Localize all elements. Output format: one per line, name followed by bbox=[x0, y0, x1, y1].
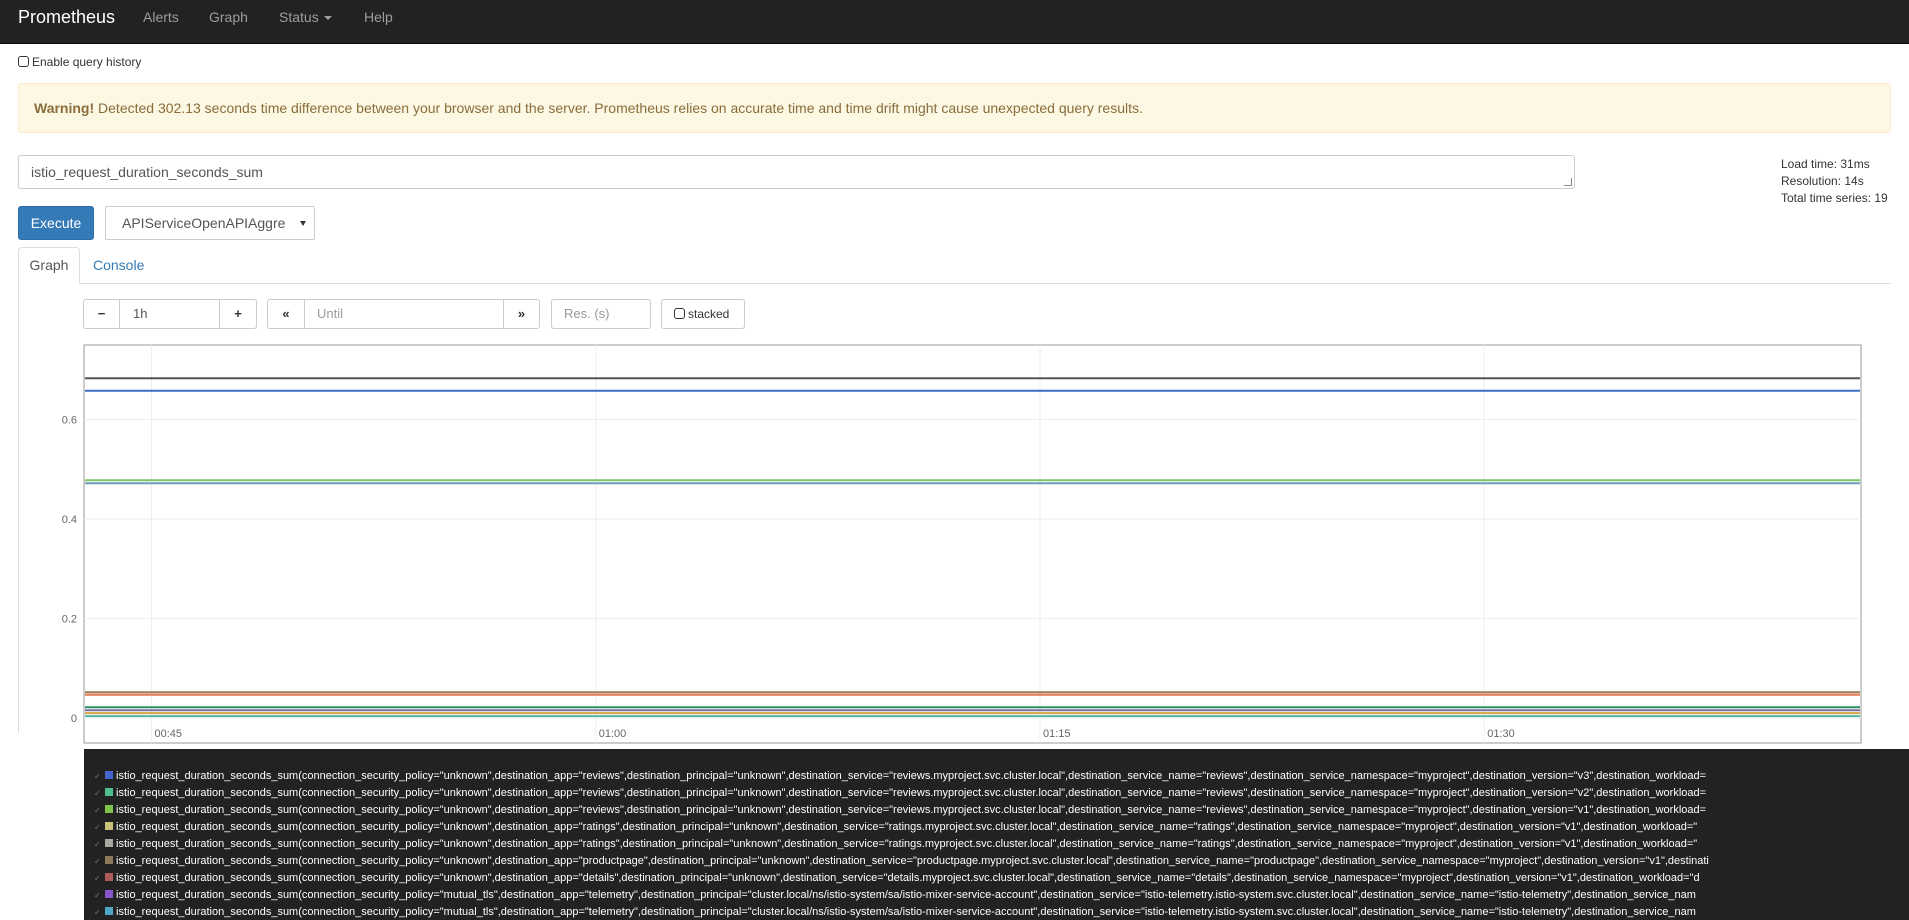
legend-label: istio_request_duration_seconds_sum(conne… bbox=[116, 787, 1707, 799]
legend-item[interactable]: ✓ istio_request_duration_seconds_sum(conn… bbox=[94, 768, 1706, 785]
check-icon: ✓ bbox=[94, 806, 101, 815]
legend-item[interactable]: ✓ istio_request_duration_seconds_sum(conn… bbox=[94, 802, 1706, 819]
legend-swatch bbox=[105, 839, 113, 847]
x-tick-label: 01:15 bbox=[1043, 728, 1071, 740]
legend-swatch bbox=[105, 788, 113, 796]
legend-label: istio_request_duration_seconds_sum(conne… bbox=[116, 906, 1696, 918]
legend-swatch bbox=[105, 805, 113, 813]
legend-item[interactable]: ✓ istio_request_duration_seconds_sum(conn… bbox=[94, 785, 1706, 802]
check-icon: ✓ bbox=[94, 840, 101, 849]
legend-label: istio_request_duration_seconds_sum(conne… bbox=[116, 804, 1707, 816]
legend-label: istio_request_duration_seconds_sum(conne… bbox=[116, 770, 1707, 782]
legend-swatch bbox=[105, 771, 113, 779]
legend-item[interactable]: ✓ istio_request_duration_seconds_sum(conn… bbox=[94, 836, 1697, 853]
legend-item[interactable]: ✓ istio_request_duration_seconds_sum(conn… bbox=[94, 887, 1696, 904]
legend-swatch bbox=[105, 890, 113, 898]
legend-swatch bbox=[105, 907, 113, 915]
check-icon: ✓ bbox=[94, 789, 101, 798]
check-icon: ✓ bbox=[94, 772, 101, 781]
check-icon: ✓ bbox=[94, 908, 101, 917]
legend-swatch bbox=[105, 873, 113, 881]
check-icon: ✓ bbox=[94, 874, 101, 883]
legend-label: istio_request_duration_seconds_sum(conne… bbox=[116, 838, 1698, 850]
check-icon: ✓ bbox=[94, 857, 101, 866]
legend-swatch bbox=[105, 856, 113, 864]
y-tick-label: 0.6 bbox=[62, 415, 77, 427]
graph-legend: ✓ istio_request_duration_seconds_sum(conn… bbox=[84, 749, 1909, 920]
x-tick-label: 01:00 bbox=[599, 728, 627, 740]
x-tick-label: 00:45 bbox=[155, 728, 183, 740]
plot-area bbox=[83, 344, 1862, 744]
legend-label: istio_request_duration_seconds_sum(conne… bbox=[116, 872, 1700, 884]
y-tick-label: 0.2 bbox=[62, 614, 77, 626]
legend-item[interactable]: ✓ istio_request_duration_seconds_sum(conn… bbox=[94, 904, 1696, 920]
legend-label: istio_request_duration_seconds_sum(conne… bbox=[116, 889, 1696, 901]
y-tick-label: 0.4 bbox=[62, 514, 77, 526]
legend-label: istio_request_duration_seconds_sum(conne… bbox=[116, 821, 1698, 833]
legend-item[interactable]: ✓ istio_request_duration_seconds_sum(conn… bbox=[94, 870, 1700, 887]
x-tick-label: 01:30 bbox=[1487, 728, 1515, 740]
legend-item[interactable]: ✓ istio_request_duration_seconds_sum(conn… bbox=[94, 819, 1697, 836]
check-icon: ✓ bbox=[94, 823, 101, 832]
legend-label: istio_request_duration_seconds_sum(conne… bbox=[116, 855, 1709, 867]
check-icon: ✓ bbox=[94, 891, 101, 900]
legend-item[interactable]: ✓ istio_request_duration_seconds_sum(conn… bbox=[94, 853, 1709, 870]
y-tick-label: 0 bbox=[71, 713, 77, 725]
legend-swatch bbox=[105, 822, 113, 830]
